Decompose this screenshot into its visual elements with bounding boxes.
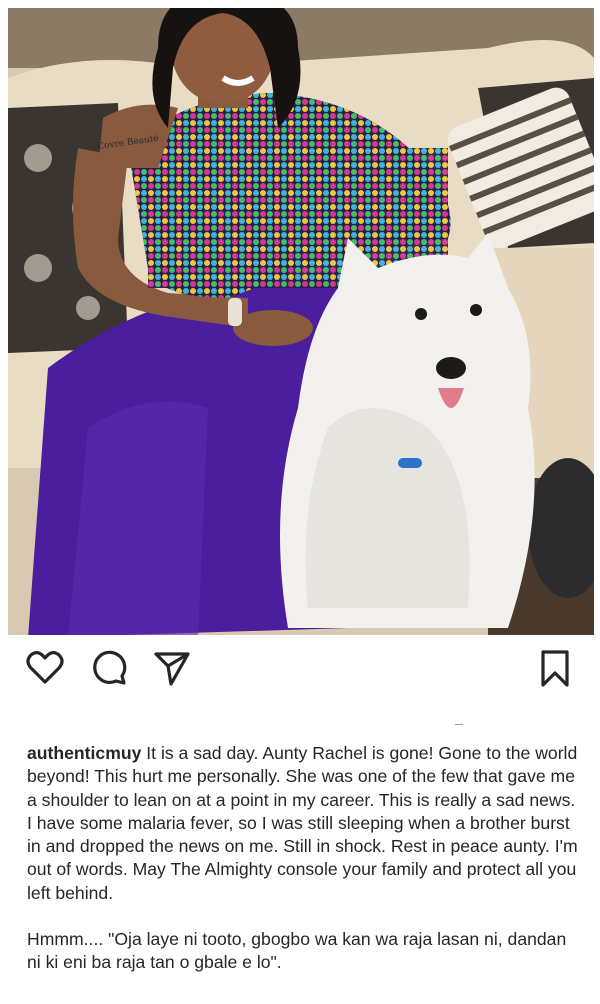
like-button[interactable]: [25, 648, 65, 688]
post-caption: authenticmuy It is a sad day. Aunty Rach…: [27, 742, 582, 975]
caption-first-paragraph: authenticmuy It is a sad day. Aunty Rach…: [27, 742, 582, 905]
divider-mark: [455, 724, 463, 725]
caption-text: It is a sad day. Aunty Rachel is gone! G…: [27, 743, 578, 903]
comment-button[interactable]: [89, 648, 129, 688]
post-photo[interactable]: Covre Beauté: [8, 8, 594, 635]
heart-outline-icon: [26, 651, 64, 684]
paper-plane-icon: [154, 652, 190, 686]
save-button[interactable]: [535, 648, 575, 688]
share-button[interactable]: [152, 648, 192, 688]
caption-second-paragraph: Hmmm.... "Oja laye ni tooto, gbogbo wa k…: [27, 929, 567, 973]
bookmark-icon: [541, 650, 569, 687]
speech-bubble-icon: [93, 650, 127, 685]
photo-illustration: [8, 8, 594, 635]
username-link[interactable]: authenticmuy: [27, 743, 141, 763]
post-action-bar: [0, 648, 600, 696]
